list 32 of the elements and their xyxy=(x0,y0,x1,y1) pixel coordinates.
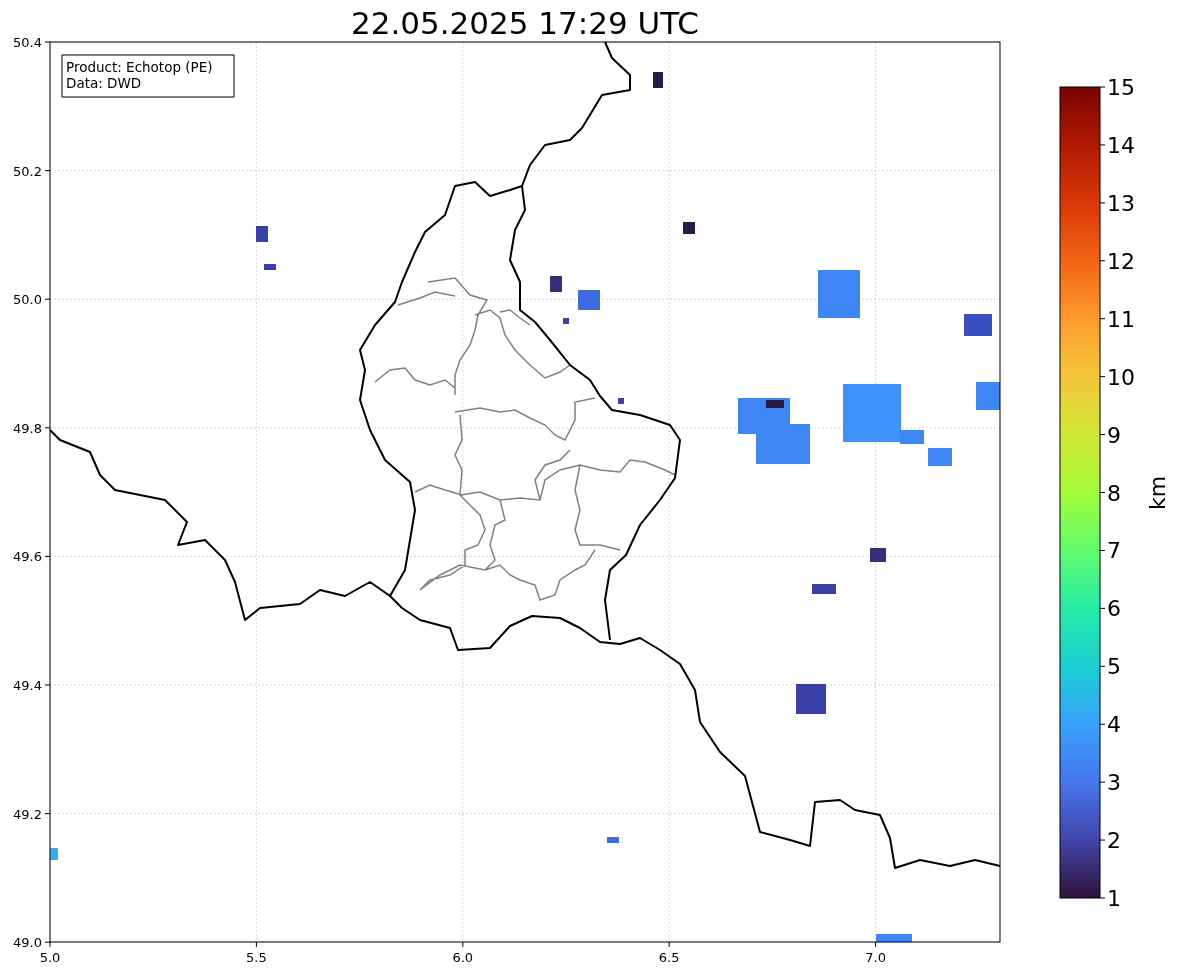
x-tick-label: 5.0 xyxy=(39,950,61,965)
colorbar-tick-label: 10 xyxy=(1107,364,1135,390)
chart-title: 22.05.2025 17:29 UTC xyxy=(351,5,699,41)
colorbar-tick-label: 3 xyxy=(1107,770,1121,796)
colorbar-tick-label: 5 xyxy=(1107,654,1121,680)
colorbar-tick-label: 7 xyxy=(1107,538,1121,564)
y-tick-label: 50.0 xyxy=(13,292,42,308)
colorbar-tick-label: 4 xyxy=(1107,712,1121,738)
colorbar-tick-label: 13 xyxy=(1107,190,1135,216)
colorbar-label: km xyxy=(1145,475,1170,511)
colorbar-tick-label: 1 xyxy=(1107,886,1121,911)
y-tick-label: 49.2 xyxy=(13,806,42,822)
colorbar-tick-label: 14 xyxy=(1107,132,1135,158)
info-text: Product: Echotop (PE) xyxy=(66,59,213,75)
y-tick-label: 49.4 xyxy=(13,678,42,693)
y-tick-label: 49.0 xyxy=(13,935,42,951)
colorbar-tick-label: 8 xyxy=(1107,480,1121,506)
y-tick-label: 50.2 xyxy=(13,163,42,179)
colorbar-tick-label: 12 xyxy=(1107,248,1135,274)
colorbar-tick-label: 9 xyxy=(1107,422,1121,448)
y-tick-label: 49.6 xyxy=(13,549,42,565)
x-tick-label: 6.0 xyxy=(452,950,474,965)
colorbar-tick-label: 11 xyxy=(1107,306,1135,332)
x-tick-label: 6.5 xyxy=(658,950,680,965)
info-text: Data: DWD xyxy=(66,75,142,91)
colorbar-tick-label: 6 xyxy=(1107,596,1121,622)
x-tick-label: 5.5 xyxy=(246,950,267,965)
colorbar-tick-label: 2 xyxy=(1107,828,1121,854)
x-tick-label: 7.0 xyxy=(865,950,886,965)
colorbar-tick-label: 15 xyxy=(1107,75,1135,100)
y-tick-label: 49.8 xyxy=(13,420,42,436)
y-tick-label: 50.4 xyxy=(13,35,42,50)
